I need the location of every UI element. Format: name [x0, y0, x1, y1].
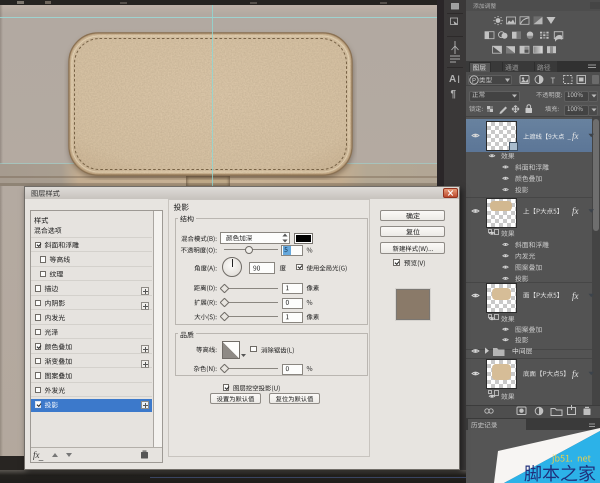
svg-text:¶: ¶	[451, 89, 457, 100]
svg-text:|: |	[458, 75, 460, 84]
svg-text:fx: fx	[33, 450, 40, 460]
svg-text:̲: ̲	[38, 460, 44, 461]
svg-text:A: A	[449, 74, 456, 85]
